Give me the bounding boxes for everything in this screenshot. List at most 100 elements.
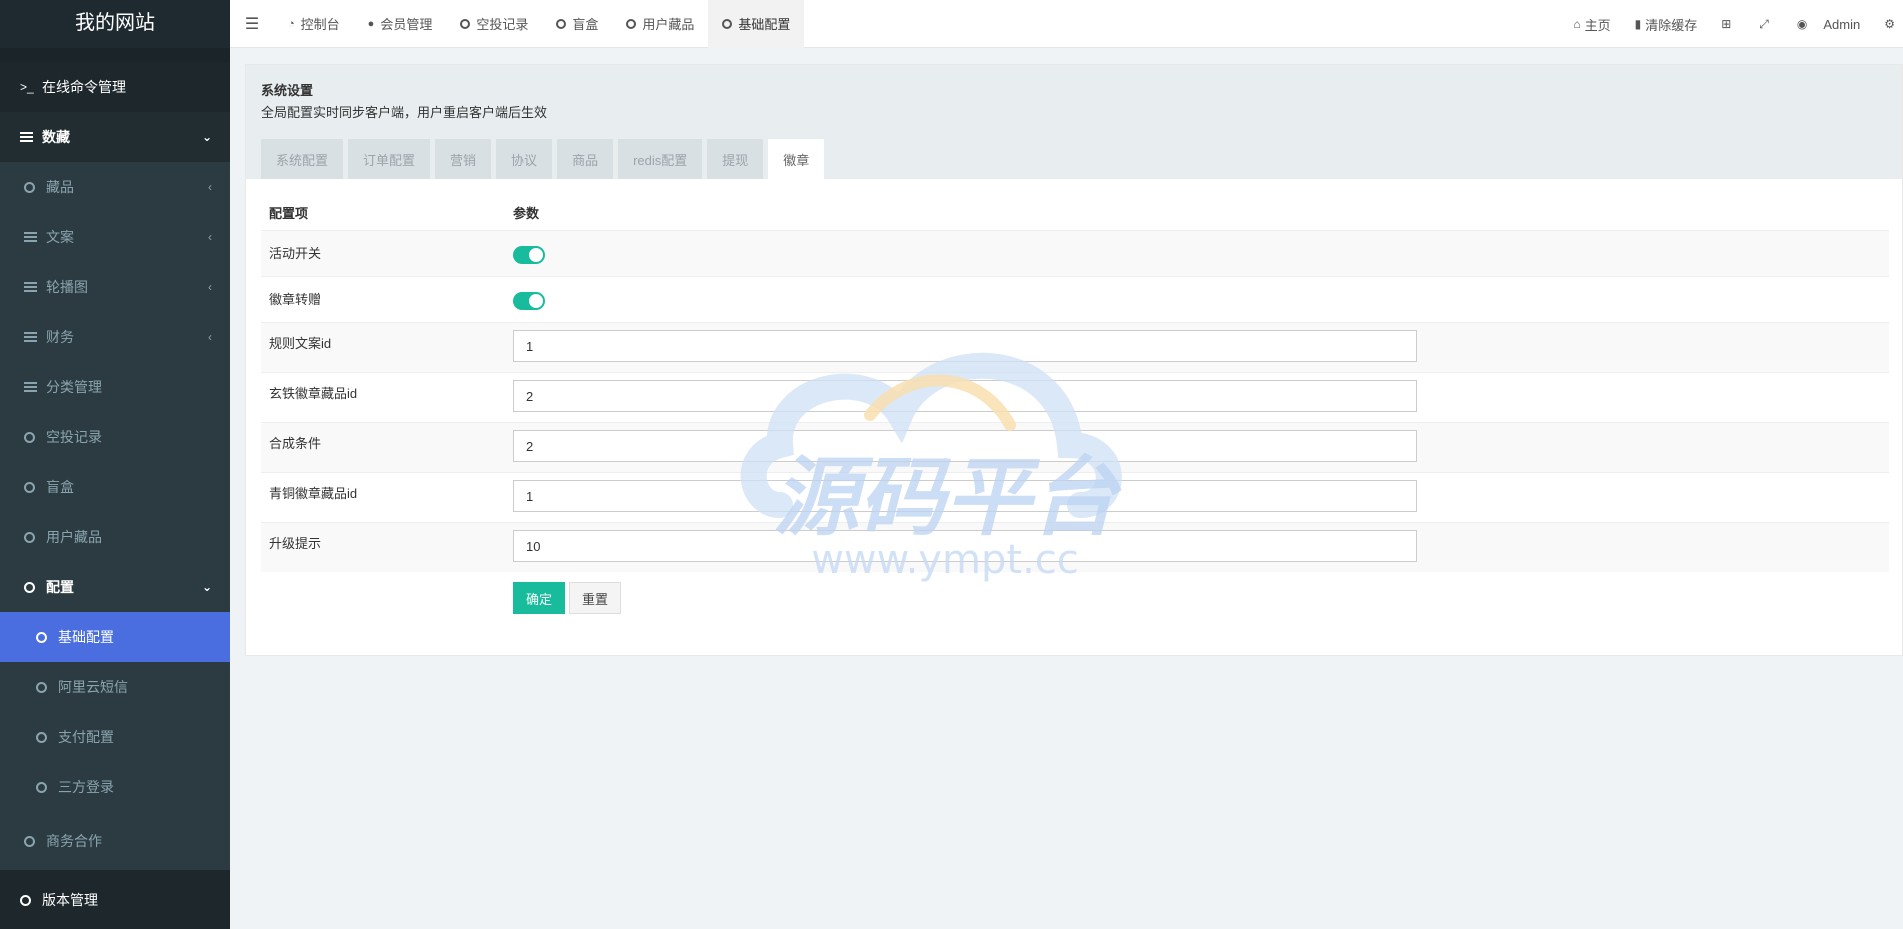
brand-logo[interactable]: 我的网站 — [0, 0, 230, 48]
list-icon — [24, 332, 42, 342]
circle-icon — [24, 181, 42, 193]
tab-basic-config[interactable]: 基础配置 — [708, 0, 805, 48]
language-button[interactable]: ⊞ — [1709, 17, 1747, 31]
sidebar-item-version[interactable]: 版本管理 — [0, 870, 230, 929]
row-label: 青铜徽章藏品id — [269, 486, 358, 501]
chevron-down-icon: ⌄ — [201, 580, 212, 594]
col-key-header: 配置项 — [269, 205, 309, 221]
trash-icon: ▮ — [1634, 17, 1642, 31]
tab-agreement[interactable]: 协议 — [496, 139, 553, 179]
tab-members[interactable]: ● 会员管理 — [354, 0, 447, 48]
gear-icon: ⚙ — [1884, 17, 1895, 31]
fullscreen-icon: ⤢ — [1759, 16, 1769, 31]
tab-marketing[interactable]: 营销 — [435, 139, 492, 179]
row-label: 合成条件 — [269, 436, 322, 451]
sidebar-item-aliyun-sms[interactable]: 阿里云短信 — [0, 662, 230, 712]
sidebar-item-payment-config[interactable]: 支付配置 — [0, 712, 230, 762]
tab-system-config[interactable]: 系统配置 — [261, 139, 344, 179]
circle-icon — [36, 731, 54, 743]
sidebar-item-config[interactable]: 配置 ⌄ — [0, 562, 230, 612]
table-row: 合成条件 — [261, 422, 1889, 472]
reset-button[interactable]: 重置 — [569, 582, 622, 614]
synthesis-condition-input[interactable] — [513, 430, 1417, 462]
page-title: 系统设置 — [261, 83, 314, 98]
page-description: 全局配置实时同步客户端，用户重启客户端后生效 — [261, 105, 548, 120]
avatar: ◉ — [1796, 17, 1808, 31]
row-label: 徽章转赠 — [269, 292, 322, 307]
sidebar-item-business[interactable]: 商务合作 — [0, 812, 230, 870]
form-actions: 确定 重置 — [513, 582, 622, 614]
circle-icon — [36, 681, 54, 693]
row-label: 玄铁徽章藏品id — [269, 386, 358, 401]
iron-badge-id-input[interactable] — [513, 380, 1417, 412]
top-navbar: ☰ ◔ 控制台 ● 会员管理 空投记录 盲盒 用户藏品 基础配置 ⌂ 主页 ▮ … — [230, 0, 1903, 48]
confirm-button[interactable]: 确定 — [513, 582, 566, 614]
tab-dashboard[interactable]: ◔ 控制台 — [274, 0, 354, 48]
table-row: 活动开关 — [261, 230, 1889, 276]
circle-icon — [20, 894, 38, 906]
tab-badge[interactable]: 徽章 — [768, 139, 825, 179]
table-header: 配置项 参数 — [261, 194, 1889, 230]
bronze-badge-id-input[interactable] — [513, 480, 1417, 512]
user-menu[interactable]: ◉ Admin — [1785, 17, 1872, 32]
chevron-left-icon: ‹ — [208, 230, 212, 244]
row-label: 活动开关 — [269, 246, 322, 261]
sidebar-item-blindbox[interactable]: 盲盒 — [0, 462, 230, 512]
sidebar-item-basic-config[interactable]: 基础配置 — [0, 612, 230, 662]
circle-icon — [24, 481, 42, 493]
tab-order-config[interactable]: 订单配置 — [348, 139, 431, 179]
sidebar-item-command[interactable]: >_ 在线命令管理 — [0, 62, 230, 112]
sidebar-item-collection[interactable]: 藏品 ‹ — [0, 162, 230, 212]
sidebar-item-third-login[interactable]: 三方登录 — [0, 762, 230, 812]
circle-icon — [460, 18, 471, 29]
tab-user-collection[interactable]: 用户藏品 — [612, 0, 708, 48]
activity-switch-toggle[interactable] — [513, 246, 545, 264]
chevron-left-icon: ‹ — [208, 280, 212, 294]
tab-blindbox[interactable]: 盲盒 — [542, 0, 612, 48]
settings-panel: 系统设置 全局配置实时同步客户端，用户重启客户端后生效 系统配置 订单配置 营销… — [245, 64, 1903, 656]
table-row: 玄铁徽章藏品id — [261, 372, 1889, 422]
tab-withdraw[interactable]: 提现 — [707, 139, 764, 179]
table-row: 规则文案id — [261, 322, 1889, 372]
badge-transfer-toggle[interactable] — [513, 292, 545, 310]
sidebar-item-shucang[interactable]: 数藏 ⌄ — [0, 112, 230, 162]
table-row: 升级提示 — [261, 522, 1889, 572]
tab-redis-config[interactable]: redis配置 — [618, 139, 703, 179]
rule-copy-id-input[interactable] — [513, 330, 1417, 362]
circle-icon — [36, 781, 54, 793]
panel-header: 系统设置 全局配置实时同步客户端，用户重启客户端后生效 系统配置 订单配置 营销… — [246, 65, 1902, 179]
circle-icon — [24, 835, 42, 847]
sidebar-item-airdrop[interactable]: 空投记录 — [0, 412, 230, 462]
tab-airdrop[interactable]: 空投记录 — [446, 0, 542, 48]
sidebar-item-carousel[interactable]: 轮播图 ‹ — [0, 262, 230, 312]
clear-cache-button[interactable]: ▮ 清除缓存 — [1623, 15, 1710, 34]
list-icon — [24, 232, 42, 242]
sidebar-item-finance[interactable]: 财务 ‹ — [0, 312, 230, 362]
chevron-left-icon: ‹ — [208, 330, 212, 344]
list-icon — [20, 132, 38, 142]
sidebar-item-copywriting[interactable]: 文案 ‹ — [0, 212, 230, 262]
fullscreen-button[interactable]: ⤢ — [1747, 17, 1785, 32]
list-icon — [24, 282, 42, 292]
circle-icon — [24, 531, 42, 543]
row-label: 升级提示 — [269, 536, 322, 551]
top-right-tools: ⌂ 主页 ▮ 清除缓存 ⊞ ⤢ ◉ Admin ⚙ — [1561, 0, 1903, 48]
sidebar-item-category[interactable]: 分类管理 — [0, 362, 230, 412]
config-tabs: 系统配置 订单配置 营销 协议 商品 redis配置 提现 徽章 — [261, 139, 829, 179]
tab-goods[interactable]: 商品 — [557, 139, 614, 179]
table-row: 徽章转赠 — [261, 276, 1889, 322]
terminal-icon: >_ — [20, 80, 34, 94]
menu-toggle-icon[interactable]: ☰ — [230, 14, 274, 34]
circle-icon — [626, 18, 637, 29]
language-icon: ⊞ — [1721, 17, 1732, 31]
chevron-left-icon: ‹ — [208, 180, 212, 194]
sidebar-item-user-collection[interactable]: 用户藏品 — [0, 512, 230, 562]
settings-button[interactable]: ⚙ — [1872, 17, 1903, 31]
circle-icon — [24, 581, 42, 593]
chevron-down-icon: ⌄ — [201, 130, 212, 144]
home-link[interactable]: ⌂ 主页 — [1561, 15, 1622, 34]
upgrade-tip-input[interactable] — [513, 530, 1417, 562]
config-table: 配置项 参数 活动开关 徽章转赠 规则文案id 玄铁徽章藏品id 合成条件 青铜… — [261, 194, 1889, 572]
list-icon — [24, 382, 42, 392]
sidebar: 我的网站 >_ 在线命令管理 数藏 ⌄ 藏品 ‹ 文案 ‹ 轮播图 ‹ 财务 ‹… — [0, 0, 230, 929]
